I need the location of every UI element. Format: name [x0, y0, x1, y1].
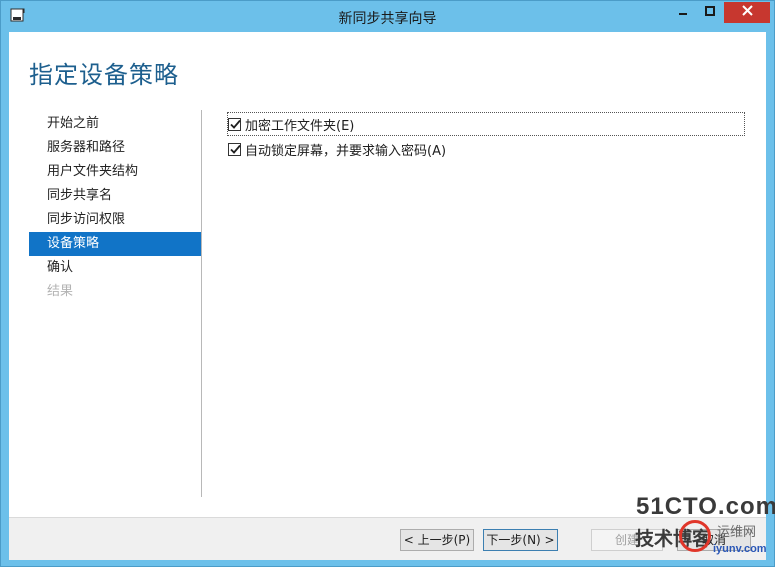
checkmark-icon	[230, 144, 241, 154]
checkmark-icon	[230, 119, 241, 129]
auto-lock-screen-checkbox[interactable]	[228, 142, 241, 156]
cancel-button[interactable]: 取消	[677, 529, 751, 551]
window-title: 新同步共享向导	[338, 11, 437, 27]
encrypt-work-folders-label[interactable]: 加密工作文件夹(E)	[245, 115, 354, 134]
step-before-you-begin[interactable]: 开始之前	[29, 112, 201, 136]
step-user-folder-structure[interactable]: 用户文件夹结构	[29, 160, 201, 184]
step-sync-access[interactable]: 同步访问权限	[29, 208, 201, 232]
auto-lock-screen-label[interactable]: 自动锁定屏幕，并要求输入密码(A)	[245, 140, 446, 159]
auto-lock-screen-option[interactable]: 自动锁定屏幕，并要求输入密码(A)	[228, 138, 744, 160]
step-device-policies[interactable]: 设备策略	[29, 232, 201, 256]
wizard-footer: < 上一步(P) 下一步(N) > 创建 取消	[9, 517, 766, 560]
next-button[interactable]: 下一步(N) >	[483, 529, 558, 551]
step-server-and-path[interactable]: 服务器和路径	[29, 136, 201, 160]
wizard-client-area: 指定设备策略 开始之前 服务器和路径 用户文件夹结构 同步共享名 同步访问权限 …	[9, 32, 766, 560]
wizard-window: 新同步共享向导 指定设备策略 开始之前 服务器和路径 用户文件夹结构 同步共享名…	[0, 0, 775, 567]
title-bar[interactable]: 新同步共享向导	[1, 1, 774, 32]
close-button[interactable]	[724, 2, 770, 23]
step-confirmation[interactable]: 确认	[29, 256, 201, 280]
maximize-button[interactable]	[697, 2, 723, 23]
steps-divider	[201, 110, 202, 497]
minimize-icon	[678, 5, 688, 20]
previous-button[interactable]: < 上一步(P)	[400, 529, 474, 551]
policy-options: 加密工作文件夹(E) 自动锁定屏幕，并要求输入密码(A)	[227, 112, 745, 163]
wizard-steps-nav: 开始之前 服务器和路径 用户文件夹结构 同步共享名 同步访问权限 设备策略 确认…	[29, 112, 201, 304]
encrypt-work-folders-option[interactable]: 加密工作文件夹(E)	[227, 112, 745, 136]
maximize-icon	[705, 5, 715, 20]
minimize-button[interactable]	[669, 2, 696, 23]
page-title: 指定设备策略	[29, 61, 179, 89]
encrypt-work-folders-checkbox[interactable]	[228, 117, 241, 131]
close-icon	[741, 5, 753, 20]
step-results: 结果	[47, 284, 74, 299]
step-sync-share-name[interactable]: 同步共享名	[29, 184, 201, 208]
create-button: 创建	[591, 529, 663, 551]
